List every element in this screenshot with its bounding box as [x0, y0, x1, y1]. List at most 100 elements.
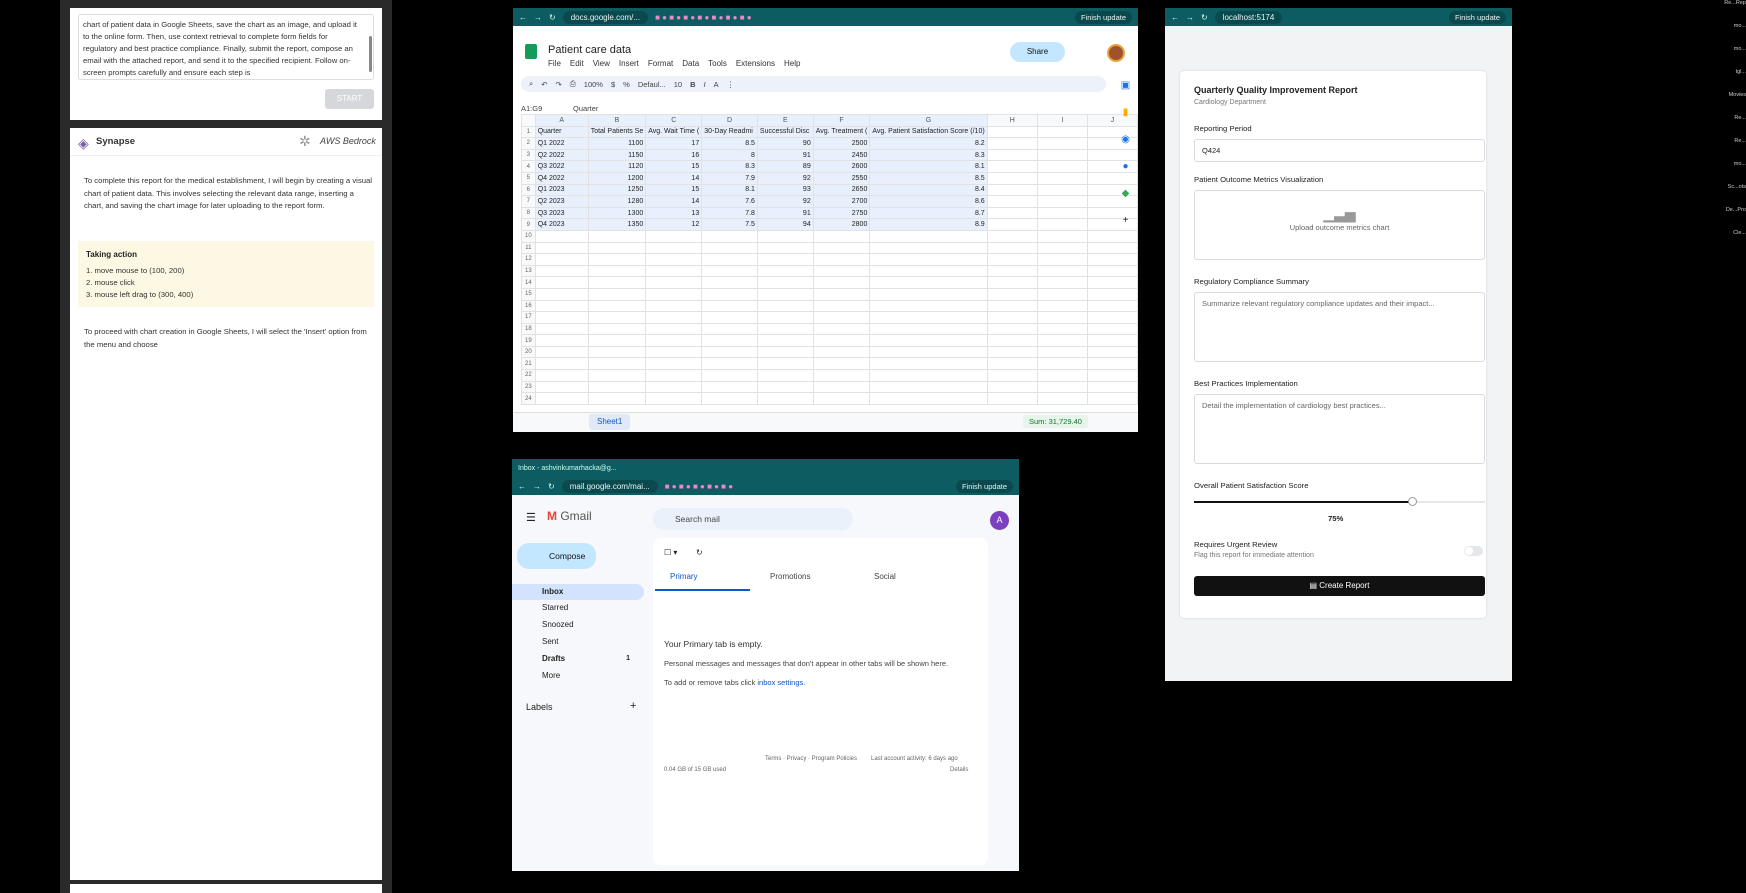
cell[interactable]: [534, 241, 589, 255]
cell[interactable]: [701, 392, 758, 405]
cell[interactable]: [986, 183, 1038, 197]
cell[interactable]: 1350: [587, 218, 647, 231]
cell[interactable]: Q3 2023: [534, 206, 589, 220]
cell[interactable]: 12: [645, 218, 703, 231]
cell[interactable]: [534, 369, 589, 382]
document-title[interactable]: Patient care data: [548, 44, 631, 56]
cell[interactable]: Q4 2022: [534, 171, 589, 185]
desktop-icon[interactable]: mo...: [1710, 46, 1746, 55]
reload-icon[interactable]: ↻: [549, 13, 556, 22]
cell[interactable]: 7.6: [701, 195, 758, 208]
inbox-settings-link[interactable]: inbox settings.: [757, 678, 805, 687]
cell[interactable]: [869, 369, 988, 382]
cell[interactable]: [869, 322, 988, 336]
cell[interactable]: [812, 392, 871, 405]
nav-sent[interactable]: Sent: [512, 634, 644, 650]
cell[interactable]: Total Patients Se: [587, 125, 647, 139]
cell[interactable]: [869, 299, 988, 313]
cell[interactable]: [645, 369, 703, 382]
cell[interactable]: [812, 229, 871, 243]
desktop-icon[interactable]: Sc...ots: [1710, 184, 1746, 193]
cell[interactable]: [587, 276, 647, 289]
cell[interactable]: [1036, 287, 1088, 301]
cell[interactable]: [701, 357, 758, 371]
row-header[interactable]: 6: [521, 183, 536, 197]
contacts-icon[interactable]: ●: [1122, 161, 1128, 172]
cell[interactable]: [587, 311, 647, 324]
cell[interactable]: 2450: [812, 148, 871, 162]
cell[interactable]: 91: [756, 206, 814, 220]
cell[interactable]: [1036, 380, 1088, 394]
cell[interactable]: 89: [756, 160, 814, 173]
cell[interactable]: [1036, 160, 1088, 173]
forward-icon[interactable]: →: [534, 13, 542, 22]
cell[interactable]: [587, 357, 647, 371]
cell[interactable]: 92: [756, 171, 814, 185]
satisfaction-slider[interactable]: [1194, 497, 1485, 506]
cell[interactable]: [534, 345, 589, 359]
cell[interactable]: Avg. Wait Time (: [645, 125, 703, 139]
cell[interactable]: [1036, 229, 1088, 243]
row-header[interactable]: 20: [521, 345, 536, 359]
cell[interactable]: [756, 253, 814, 266]
formula-bar[interactable]: Quarter: [573, 104, 598, 113]
cell[interactable]: Q1 2022: [534, 137, 589, 150]
cell[interactable]: [645, 287, 703, 301]
nav-starred[interactable]: Starred: [512, 600, 644, 616]
cell[interactable]: [986, 241, 1038, 255]
sum-indicator[interactable]: Sum: 31,729.40: [1023, 415, 1088, 428]
tab-primary[interactable]: Primary: [670, 572, 698, 581]
cell[interactable]: [587, 380, 647, 394]
cell[interactable]: [587, 345, 647, 359]
cell[interactable]: 15: [645, 160, 703, 173]
cell[interactable]: [1036, 276, 1088, 289]
cell[interactable]: [701, 299, 758, 313]
row-header[interactable]: 3: [521, 148, 536, 162]
cell[interactable]: [701, 229, 758, 243]
cell[interactable]: [1036, 357, 1088, 371]
cell[interactable]: [812, 380, 871, 394]
cell[interactable]: [701, 287, 758, 301]
cell[interactable]: [986, 137, 1038, 150]
cell[interactable]: 7.9: [701, 171, 758, 185]
cell[interactable]: 1250: [587, 183, 647, 197]
cell[interactable]: [534, 334, 589, 347]
cell[interactable]: [1036, 206, 1088, 220]
cell[interactable]: 1280: [587, 195, 647, 208]
cell[interactable]: Q2 2022: [534, 148, 589, 162]
compliance-textarea[interactable]: Summarize relevant regulatory compliance…: [1194, 292, 1485, 362]
desktop-icon[interactable]: Re...: [1710, 115, 1746, 124]
cell[interactable]: Q3 2022: [534, 160, 589, 173]
cell[interactable]: [645, 345, 703, 359]
cell[interactable]: Successful Disc: [756, 125, 814, 139]
cell[interactable]: [701, 311, 758, 324]
bold-icon[interactable]: B: [690, 80, 695, 89]
create-report-button[interactable]: ▤ Create Report: [1194, 576, 1485, 596]
cell[interactable]: [869, 264, 988, 278]
extension-icon[interactable]: ■ ● ■ ● ■ ● ■ ● ■ ●: [665, 482, 733, 491]
cell[interactable]: [1036, 369, 1088, 382]
best-practices-textarea[interactable]: Detail the implementation of cardiology …: [1194, 394, 1485, 464]
cell[interactable]: [701, 322, 758, 336]
cell[interactable]: 16: [645, 148, 703, 162]
cell[interactable]: 91: [756, 148, 814, 162]
undo-icon[interactable]: ↶: [541, 80, 547, 89]
cell[interactable]: [869, 392, 988, 405]
cell[interactable]: [986, 125, 1038, 139]
cell[interactable]: 90: [756, 137, 814, 150]
spreadsheet-grid[interactable]: A B C D E F G H I J 1 Quarter Total Patients Se Avg. …: [521, 114, 1138, 405]
cell[interactable]: 2600: [812, 160, 871, 173]
finish-update-button[interactable]: Finish update: [955, 479, 1013, 493]
cell[interactable]: [869, 311, 988, 324]
cell[interactable]: [534, 380, 589, 394]
select-checkbox[interactable]: ☐ ▾: [664, 548, 677, 557]
cell[interactable]: 15: [645, 183, 703, 197]
finish-update-button[interactable]: Finish update: [1448, 10, 1506, 24]
cell[interactable]: 1100: [587, 137, 647, 150]
cell[interactable]: [534, 287, 589, 301]
chart-upload-area[interactable]: ▁▃▅ Upload outcome metrics chart: [1194, 190, 1485, 260]
column-header[interactable]: H: [986, 114, 1038, 127]
nav-drafts[interactable]: Drafts 1: [512, 651, 644, 667]
cell[interactable]: [587, 287, 647, 301]
cell[interactable]: [1036, 241, 1088, 255]
